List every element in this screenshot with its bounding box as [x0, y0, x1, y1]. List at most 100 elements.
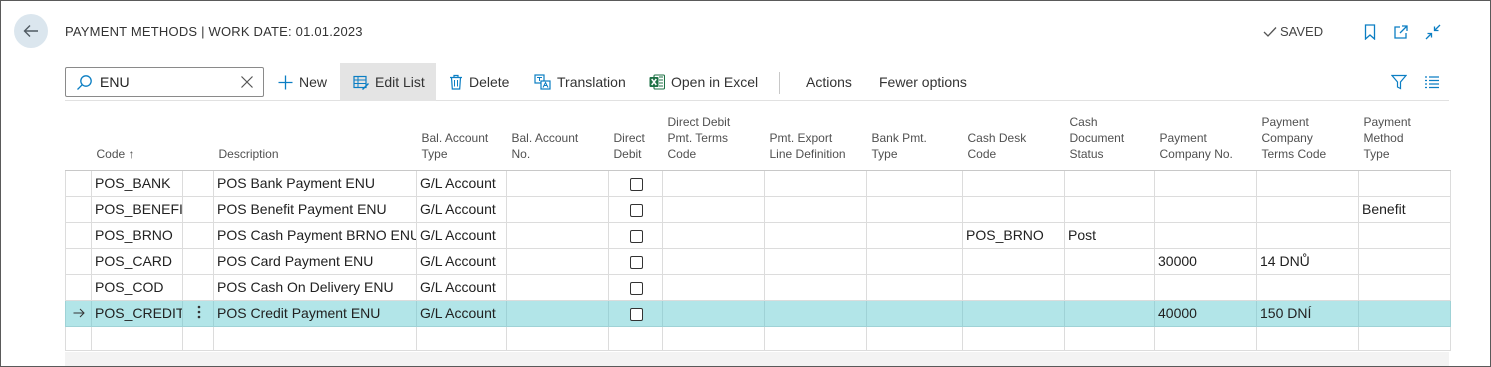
- cell-code[interactable]: POS_COD: [91, 273, 183, 301]
- cell-bank-pmt-type[interactable]: [866, 169, 963, 197]
- cell-cash-doc-status[interactable]: [1064, 195, 1155, 223]
- empty-cell[interactable]: [662, 325, 765, 351]
- cell-direct-debit[interactable]: [608, 247, 663, 275]
- empty-cell[interactable]: [1154, 325, 1257, 351]
- col-cash-doc-status[interactable]: Cash Document Status: [1064, 102, 1155, 171]
- cell-cash-desk-code[interactable]: POS_BRNO: [962, 221, 1065, 249]
- cell-bank-pmt-type[interactable]: [866, 195, 963, 223]
- cell-payment-method-type[interactable]: [1358, 221, 1451, 249]
- cell-bank-pmt-type[interactable]: [866, 247, 963, 275]
- cell-payment-company-no[interactable]: [1154, 273, 1257, 301]
- empty-cell[interactable]: [416, 325, 507, 351]
- direct-debit-checkbox[interactable]: [629, 281, 643, 295]
- cell-bal-account-type[interactable]: G/L Account: [416, 221, 507, 249]
- direct-debit-checkbox[interactable]: [629, 229, 643, 243]
- edit-list-button[interactable]: Edit List: [340, 63, 436, 101]
- cell-cash-desk-code[interactable]: [962, 195, 1065, 223]
- open-new-window-button[interactable]: [1392, 23, 1410, 41]
- cell-payment-company-terms[interactable]: [1256, 195, 1359, 223]
- col-cash-desk-code[interactable]: Cash Desk Code: [962, 102, 1065, 171]
- cell-cash-desk-code[interactable]: [962, 169, 1065, 197]
- empty-new-row[interactable]: [65, 325, 1451, 351]
- direct-debit-checkbox[interactable]: [629, 177, 643, 191]
- col-payment-company-no[interactable]: Payment Company No.: [1154, 102, 1257, 171]
- empty-cell[interactable]: [1064, 325, 1155, 351]
- cell-bal-account-type[interactable]: G/L Account: [416, 299, 507, 327]
- cell-payment-company-no[interactable]: [1154, 221, 1257, 249]
- translation-button[interactable]: Translation: [534, 63, 626, 101]
- row-menu[interactable]: [182, 299, 214, 327]
- table-row[interactable]: POS_BENEFI POS Benefit Payment ENU G/L Acc…: [65, 195, 1451, 223]
- cell-pmt-export[interactable]: [764, 299, 867, 327]
- cell-bal-account-no[interactable]: [506, 195, 609, 223]
- direct-debit-checkbox[interactable]: [629, 203, 643, 217]
- cell-payment-method-type[interactable]: [1358, 247, 1451, 275]
- cell-direct-debit-terms[interactable]: [662, 195, 765, 223]
- empty-cell[interactable]: [608, 325, 663, 351]
- cell-direct-debit[interactable]: [608, 195, 663, 223]
- cell-payment-method-type[interactable]: [1358, 299, 1451, 327]
- cell-cash-doc-status[interactable]: Post: [1064, 221, 1155, 249]
- cell-payment-company-terms[interactable]: [1256, 169, 1359, 197]
- col-bank-pmt-type[interactable]: Bank Pmt. Type: [866, 102, 963, 171]
- actions-menu[interactable]: Actions: [806, 63, 852, 101]
- more-vertical-icon[interactable]: [197, 305, 201, 319]
- cell-pmt-export[interactable]: [764, 221, 867, 249]
- cell-pmt-export[interactable]: [764, 195, 867, 223]
- search-box[interactable]: [65, 67, 264, 97]
- direct-debit-checkbox[interactable]: [629, 255, 643, 269]
- new-button[interactable]: New: [278, 63, 327, 101]
- collapse-button[interactable]: [1424, 23, 1442, 41]
- empty-cell[interactable]: [866, 325, 963, 351]
- cell-bal-account-type[interactable]: G/L Account: [416, 247, 507, 275]
- col-direct-debit-terms[interactable]: Direct Debit Pmt. Terms Code: [662, 102, 765, 171]
- cell-pmt-export[interactable]: [764, 273, 867, 301]
- empty-cell[interactable]: [91, 325, 183, 351]
- cell-direct-debit-terms[interactable]: [662, 169, 765, 197]
- cell-bal-account-no[interactable]: [506, 299, 609, 327]
- cell-direct-debit[interactable]: [608, 221, 663, 249]
- cell-description[interactable]: POS Bank Payment ENU: [213, 169, 417, 197]
- cell-direct-debit[interactable]: [608, 299, 663, 327]
- cell-payment-method-type[interactable]: [1358, 169, 1451, 197]
- cell-code[interactable]: POS_CARD: [91, 247, 183, 275]
- empty-cell[interactable]: [182, 325, 214, 351]
- cell-code[interactable]: POS_CREDIT: [91, 299, 183, 327]
- cell-description[interactable]: POS Cash On Delivery ENU: [213, 273, 417, 301]
- table-row[interactable]: POS_BANK POS Bank Payment ENU G/L Account: [65, 169, 1451, 197]
- row-menu[interactable]: [182, 169, 214, 197]
- cell-bal-account-no[interactable]: [506, 221, 609, 249]
- cell-payment-company-terms[interactable]: [1256, 273, 1359, 301]
- row-menu[interactable]: [182, 195, 214, 223]
- cell-bal-account-no[interactable]: [506, 273, 609, 301]
- row-menu[interactable]: [182, 221, 214, 249]
- cell-payment-company-terms[interactable]: 14 DNŮ: [1256, 247, 1359, 275]
- bookmark-button[interactable]: [1361, 23, 1379, 41]
- cell-cash-desk-code[interactable]: [962, 247, 1065, 275]
- col-payment-method-type[interactable]: Payment Method Type: [1358, 102, 1451, 171]
- cell-description[interactable]: POS Card Payment ENU: [213, 247, 417, 275]
- cell-cash-desk-code[interactable]: [962, 299, 1065, 327]
- filter-button[interactable]: [1391, 63, 1407, 101]
- cell-description[interactable]: POS Cash Payment BRNO ENU: [213, 221, 417, 249]
- row-menu[interactable]: [182, 247, 214, 275]
- empty-cell[interactable]: [213, 325, 417, 351]
- col-direct-debit[interactable]: Direct Debit: [608, 102, 663, 171]
- empty-cell[interactable]: [764, 325, 867, 351]
- cell-payment-company-terms[interactable]: 150 DNÍ: [1256, 299, 1359, 327]
- list-view-button[interactable]: [1424, 63, 1440, 101]
- cell-description[interactable]: POS Credit Payment ENU: [213, 299, 417, 327]
- cell-bank-pmt-type[interactable]: [866, 221, 963, 249]
- cell-bal-account-type[interactable]: G/L Account: [416, 273, 507, 301]
- search-input[interactable]: [100, 73, 230, 91]
- empty-cell[interactable]: [1256, 325, 1359, 351]
- col-pmt-export[interactable]: Pmt. Export Line Definition: [764, 102, 867, 171]
- back-button[interactable]: [14, 14, 48, 48]
- cell-direct-debit-terms[interactable]: [662, 299, 765, 327]
- cell-bank-pmt-type[interactable]: [866, 273, 963, 301]
- table-row[interactable]: POS_CARD POS Card Payment ENU G/L Account 3…: [65, 247, 1451, 275]
- col-bal-account-no[interactable]: Bal. Account No.: [506, 102, 609, 171]
- empty-cell[interactable]: [506, 325, 609, 351]
- close-icon[interactable]: [240, 75, 254, 89]
- cell-bal-account-type[interactable]: G/L Account: [416, 169, 507, 197]
